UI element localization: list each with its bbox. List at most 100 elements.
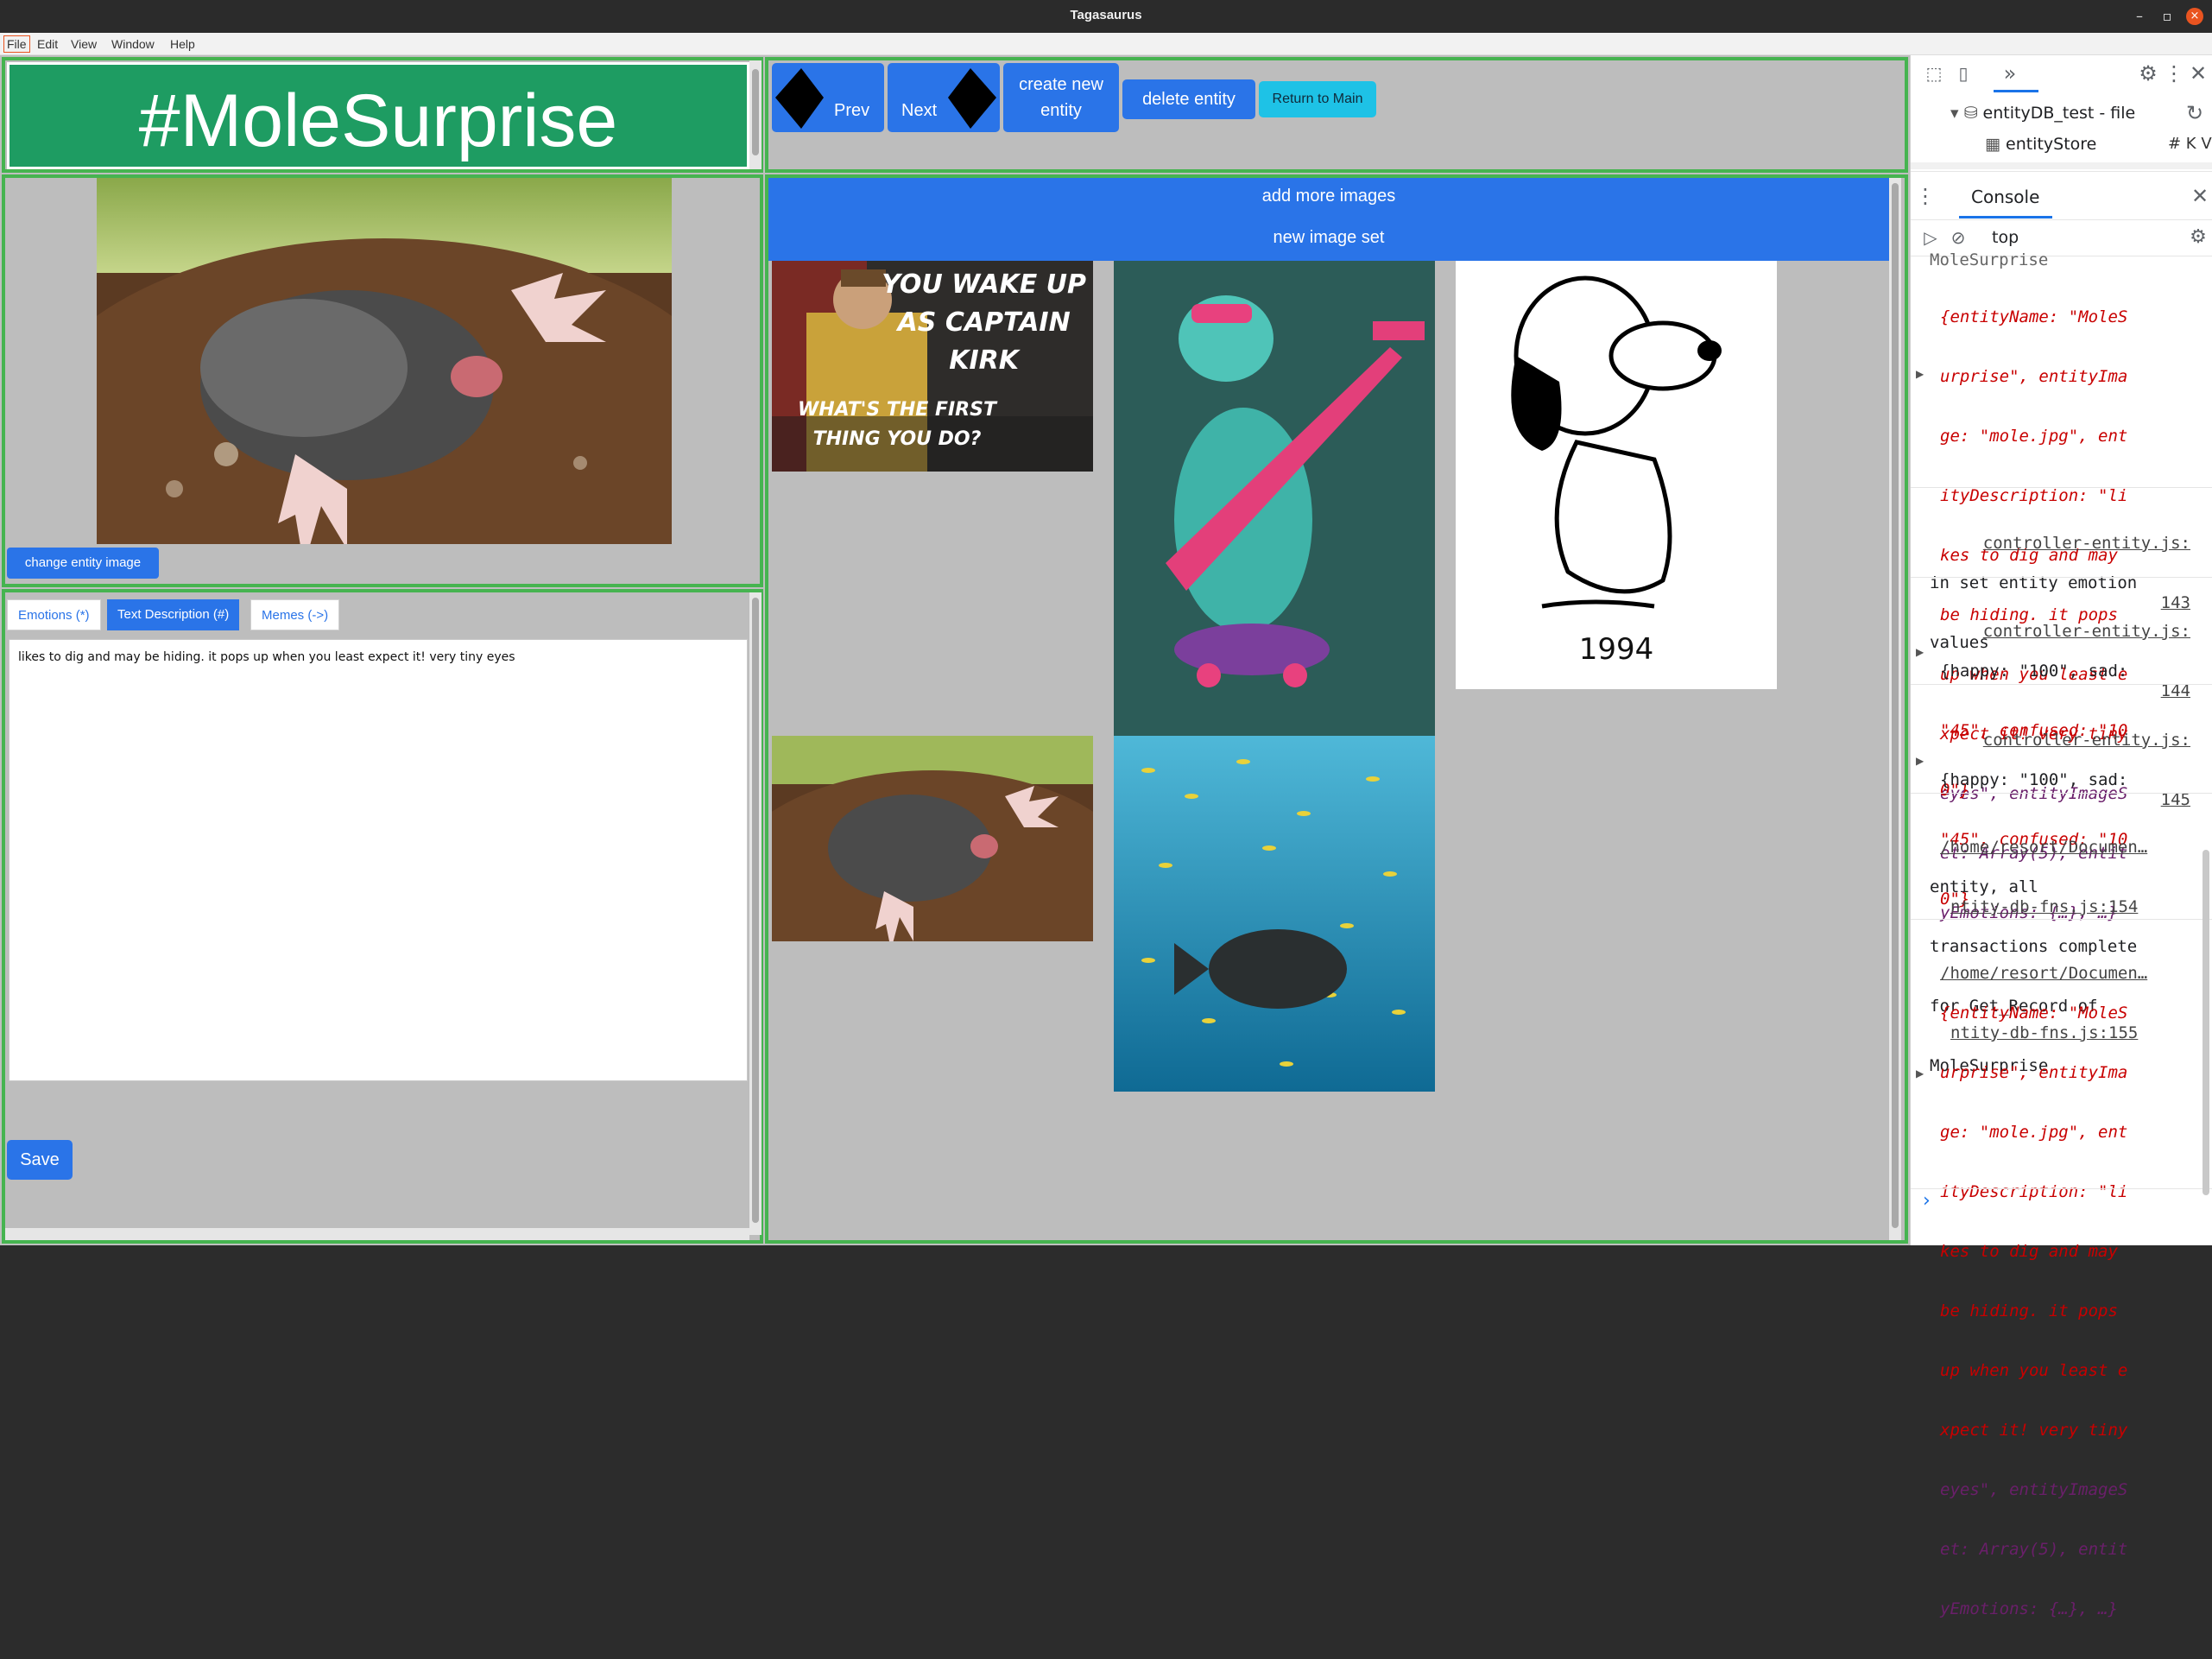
menu-file[interactable]: File (3, 35, 30, 53)
active-tab-indicator (1994, 90, 2038, 92)
context-selector[interactable]: top (1992, 228, 2019, 247)
entity-name: #MoleSurprise (138, 79, 618, 162)
meme-snoopy[interactable]: 1994 (1456, 261, 1777, 689)
save-button[interactable]: Save (7, 1140, 73, 1180)
console-menu-icon[interactable]: ⋮ (1912, 183, 1938, 209)
tree-db-label: entityDB_test - file (1982, 104, 2136, 123)
divider (1911, 487, 2212, 488)
memes-scrollbar[interactable] (1889, 178, 1901, 1240)
memes-header: add more images new image set (768, 178, 1889, 261)
dinosaur-picture (1114, 261, 1435, 736)
horizontal-scrollbar[interactable] (5, 1228, 749, 1240)
entity-image (97, 178, 672, 544)
menu-window[interactable]: Window (109, 36, 157, 52)
create-entity-label-1: create new (1019, 75, 1103, 94)
new-image-set-button[interactable]: new image set (768, 228, 1889, 248)
delete-entity-button[interactable]: delete entity (1122, 79, 1255, 119)
caption-line: YOU WAKE UP (882, 269, 1086, 300)
change-entity-image-button[interactable]: change entity image (7, 548, 159, 579)
tree-scrollbar[interactable] (1911, 162, 2212, 169)
app-area: #MoleSurprise Prev Next create new entit… (0, 55, 1910, 1245)
log-line: ityDescription: "li (1940, 1182, 2128, 1201)
divider (1911, 219, 2212, 220)
menu-edit[interactable]: Edit (35, 36, 60, 52)
meme-kirk[interactable]: YOU WAKE UP AS CAPTAIN KIRK WHAT'S THE F… (772, 261, 1093, 472)
log-entry-6: {entityName: "MoleS urprise", entityIma … (1940, 964, 2199, 1659)
log-line: kes to dig and may (1940, 1242, 2118, 1261)
expand-object-icon[interactable]: ▶ (1916, 755, 1924, 767)
tab-memes[interactable]: Memes (->) (250, 599, 340, 630)
tab-text-description[interactable]: Text Description (#) (107, 599, 240, 630)
expand-object-icon[interactable]: ▶ (1916, 646, 1924, 658)
inspect-element-icon[interactable]: ⬚ (1921, 60, 1947, 86)
console-settings-icon[interactable]: ⚙ (2185, 225, 2211, 250)
log-line: up when you least e (1940, 1361, 2128, 1380)
sidebar-toggle-icon[interactable]: ▷ (1918, 225, 1943, 250)
log-line: {happy: "100", sad: (1940, 662, 2128, 681)
tree-db-item[interactable]: ▾ ⛁ entityDB_test - file (1950, 104, 2135, 123)
title-scrollbar[interactable] (749, 60, 762, 169)
expand-object-icon[interactable]: ▶ (1916, 1067, 1924, 1080)
caption-line: AS CAPTAIN (897, 307, 1071, 338)
tab-console[interactable]: Console (1971, 187, 2039, 207)
prev-button[interactable]: Prev (772, 63, 884, 132)
entity-title-banner: #MoleSurprise (7, 62, 749, 169)
snoopy-picture (1511, 275, 1722, 609)
log-line: be hiding. it pops (1940, 1301, 2118, 1320)
window-title: Tagasaurus (1070, 8, 1142, 22)
console-tab-indicator (1959, 216, 2052, 218)
next-button[interactable]: Next (888, 63, 1000, 132)
meme-mole[interactable] (772, 736, 1093, 941)
menu-bar: File Edit View Window Help (0, 33, 2212, 55)
close-devtools-icon[interactable]: ✕ (2185, 60, 2211, 86)
log-line: yEmotions: {…}, …} (1940, 1599, 2118, 1618)
clear-console-icon[interactable]: ⊘ (1945, 225, 1971, 250)
log-line: entity, all (1930, 877, 2038, 896)
more-options-icon[interactable]: ⋮ (2161, 60, 2187, 86)
console-prompt[interactable]: › (1923, 1190, 1931, 1212)
scrollbar-thumb[interactable] (1892, 183, 1899, 1228)
log-line: urprise", entityIma (1940, 367, 2128, 386)
entity-title-panel: #MoleSurprise (2, 57, 763, 173)
scrollbar-thumb[interactable] (752, 598, 759, 1223)
caption-line: WHAT'S THE FIRST (798, 399, 996, 421)
divider (1911, 577, 2212, 578)
close-icon[interactable]: × (2186, 8, 2203, 25)
scrollbar-thumb[interactable] (752, 69, 759, 155)
return-to-main-button[interactable]: Return to Main (1259, 81, 1376, 117)
expand-object-icon[interactable]: ▶ (1916, 368, 1924, 380)
close-console-icon[interactable]: ✕ (2187, 183, 2212, 209)
entity-image-panel: change entity image (2, 174, 763, 587)
meme-dinosaur[interactable] (1114, 261, 1435, 736)
log-line: ge: "mole.jpg", ent (1940, 1123, 2128, 1142)
menu-view[interactable]: View (68, 36, 99, 52)
meme-fish[interactable] (1114, 736, 1435, 1092)
menu-help[interactable]: Help (167, 36, 198, 52)
divider (1911, 919, 2212, 920)
next-arrow-icon (948, 68, 996, 129)
caption-line: KIRK (949, 345, 1020, 376)
tab-emotions[interactable]: Emotions (*) (7, 599, 101, 630)
window-titlebar: Tagasaurus – ▫ × (0, 0, 2212, 33)
log-line: {entityName: "MoleS (1940, 307, 2128, 326)
devtools-panel: ⬚ ▯ » ⚙ ⋮ ✕ ▾ ⛁ entityDB_test - file ▦ e… (1910, 55, 2212, 1618)
settings-gear-icon[interactable]: ⚙ (2135, 60, 2161, 86)
create-entity-button[interactable]: create new entity (1003, 63, 1119, 132)
maximize-icon[interactable]: ▫ (2158, 8, 2176, 25)
refresh-icon[interactable]: ↻ (2182, 100, 2208, 126)
mole-thumbnail-picture (772, 736, 1093, 941)
tree-store-item[interactable]: ▦ entityStore (1985, 135, 2096, 154)
device-toolbar-icon[interactable]: ▯ (1950, 60, 1976, 86)
description-textarea[interactable]: likes to dig and may be hiding. it pops … (9, 639, 748, 1081)
add-more-images-button[interactable]: add more images (768, 187, 1889, 206)
log-line: xpect it! very tiny (1940, 1421, 2128, 1440)
database-icon: ⛁ (1963, 104, 1983, 123)
kirk-caption-bottom: WHAT'S THE FIRST THING YOU DO? (798, 396, 996, 454)
minimize-icon[interactable]: – (2131, 8, 2148, 25)
log-line: eyes", entityImageS (1940, 1480, 2128, 1499)
console-scrollbar-thumb[interactable] (2203, 850, 2209, 1195)
divider (1911, 171, 2212, 172)
more-tabs-icon[interactable]: » (1997, 60, 2023, 86)
description-scrollbar[interactable] (749, 592, 762, 1235)
kirk-caption-top: YOU WAKE UP AS CAPTAIN KIRK (882, 266, 1086, 380)
